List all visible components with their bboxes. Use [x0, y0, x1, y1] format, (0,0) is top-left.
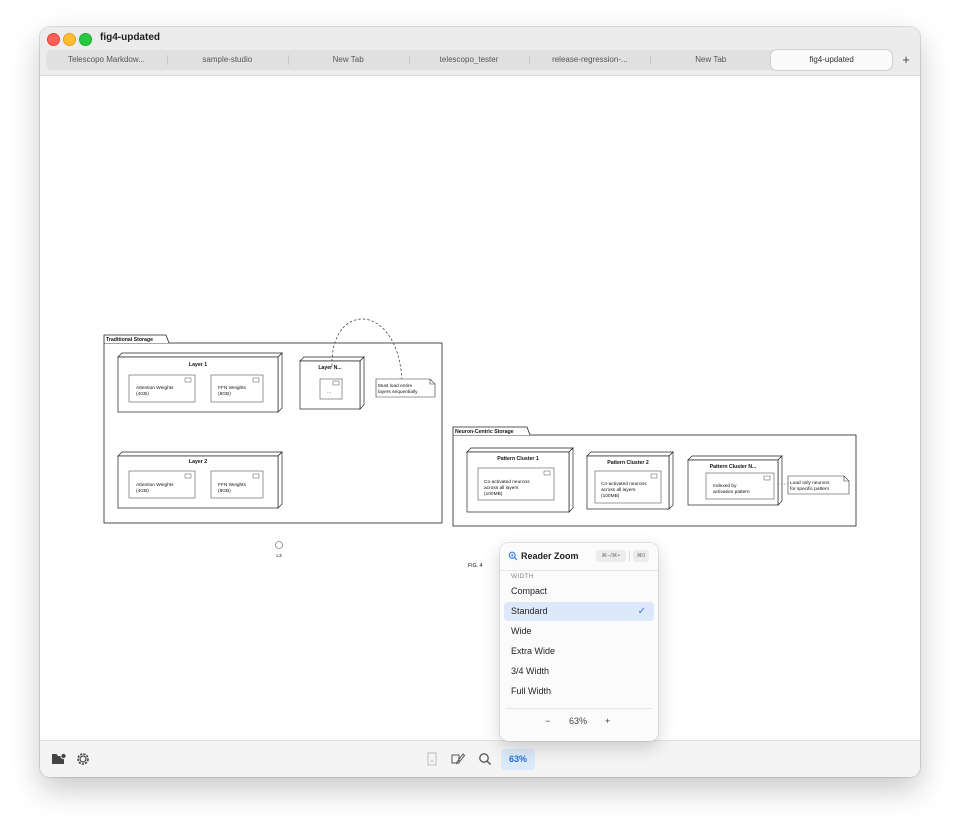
layer-2-attention-size: (4GB) [136, 488, 149, 494]
folder-icon[interactable] [51, 751, 67, 767]
note-must-load-line1: Must load entire [378, 383, 412, 389]
cluster-n-line2: activation pattern [713, 489, 750, 495]
search-icon[interactable] [477, 751, 493, 767]
tab-telescopo-tester[interactable]: telescopo_tester [408, 50, 530, 70]
reader-zoom-title: Reader Zoom [521, 551, 579, 561]
note-load-only-line2: for specific pattern [790, 486, 830, 492]
minimize-window-button[interactable] [63, 33, 76, 46]
note-must-load: Must load entire layers sequentially [375, 378, 436, 398]
component-icon [543, 470, 551, 476]
tab-release-regression[interactable]: release-regression-... [529, 50, 650, 70]
layer-1-attention-label: Attention Weights [136, 385, 174, 391]
width-option-full[interactable]: Full Width [504, 682, 654, 701]
pattern-cluster-1-title: Pattern Cluster 1 [497, 456, 539, 462]
width-option-standard-label: Standard [511, 606, 548, 616]
diagram-figure: Traditional Storage Layer 1 Attention We… [103, 318, 857, 569]
note-load-only-line1: Load only neurons [790, 480, 830, 486]
l3-marker-circle [275, 541, 283, 549]
tab-new-tab-1[interactable]: New Tab [287, 50, 409, 70]
width-option-compact[interactable]: Compact [504, 582, 654, 601]
bottom-toolbar: 63% [40, 740, 920, 777]
tab-sample-studio[interactable]: sample-studio [166, 50, 288, 70]
window-title: fig4-updated [100, 32, 160, 43]
cluster-2-line2: across all layers [601, 487, 636, 493]
traditional-storage-label: Traditional Storage [106, 337, 153, 343]
width-option-extra-wide[interactable]: Extra Wide [504, 642, 654, 661]
pattern-cluster-2-node: Pattern Cluster 2 Co-activated neurons a… [586, 451, 674, 510]
layer-2-node: Layer 2 Attention Weights (4GB) FFN Weig… [117, 451, 283, 509]
width-option-standard[interactable]: Standard ✓ [504, 602, 654, 621]
reset-shortcut-badge: ⌘0 [633, 550, 649, 562]
zoom-level-button[interactable]: 63% [501, 749, 535, 770]
zoom-window-button[interactable] [79, 33, 92, 46]
pattern-cluster-2-title: Pattern Cluster 2 [607, 460, 649, 466]
new-tab-button[interactable]: + [896, 50, 916, 70]
cluster-1-line1: Co-activated neurons [484, 479, 530, 485]
layer-1-ffn-size: (8GB) [218, 391, 231, 397]
component-icon [252, 377, 260, 383]
layer-1-ffn-label: FFN Weights [218, 385, 246, 391]
cluster-2-line3: (100MB) [601, 493, 620, 499]
layer-n-inner: ... [327, 390, 331, 395]
note-must-load-line2: layers sequentially [378, 389, 418, 395]
width-option-three-quarter[interactable]: 3/4 Width [504, 662, 654, 681]
layer-2-ffn-size: (8GB) [218, 488, 231, 494]
l3-marker-label: L3 [276, 553, 282, 559]
title-bar: fig4-updated Telescopo Markdow... sample… [40, 27, 920, 76]
zoom-magnifier-icon [508, 551, 518, 561]
layer-n-title: Layer N... [318, 365, 342, 371]
checkmark-icon: ✓ [637, 606, 646, 617]
component-icon [650, 473, 658, 479]
layer-2-title: Layer 2 [189, 459, 207, 465]
zoom-value: 63% [569, 716, 588, 726]
layer-1-title: Layer 1 [189, 362, 207, 368]
pattern-cluster-1-node: Pattern Cluster 1 Co-activated neurons a… [466, 447, 574, 513]
pattern-cluster-n-node: Pattern Cluster N... Indexed by activati… [687, 455, 783, 506]
annotate-icon[interactable] [450, 751, 466, 767]
app-window: fig4-updated Telescopo Markdow... sample… [40, 27, 920, 777]
component-icon [332, 380, 340, 386]
popover-divider [506, 708, 652, 709]
figure-caption: FIG. 4 [468, 563, 483, 569]
tab-new-tab-2[interactable]: New Tab [650, 50, 771, 70]
reader-zoom-popover: Reader Zoom ⌘−/⌘+ ⌘0 WIDTH Compact Stand… [500, 543, 658, 741]
settings-icon[interactable] [75, 751, 91, 767]
zoom-in-button[interactable]: + [605, 716, 610, 726]
note-load-only: Load only neurons for specific pattern [787, 475, 850, 495]
cluster-1-line2: across all layers [484, 485, 519, 491]
component-icon [184, 377, 192, 383]
tab-telescopo-markdown[interactable]: Telescopo Markdow... [46, 50, 167, 70]
component-icon [252, 473, 260, 479]
layer-1-attention-size: (4GB) [136, 391, 149, 397]
zoom-shortcut-badge: ⌘−/⌘+ [596, 550, 626, 562]
component-icon [184, 473, 192, 479]
tab-fig4-updated[interactable]: fig4-updated [771, 50, 893, 70]
shortcut-divider [629, 551, 630, 561]
close-window-button[interactable] [47, 33, 60, 46]
component-icon [763, 475, 771, 481]
neuron-centric-label: Neuron-Centric Storage [455, 429, 514, 435]
layer-2-attention-label: Attention Weights [136, 482, 174, 488]
reader-zoom-header: Reader Zoom ⌘−/⌘+ ⌘0 [500, 543, 658, 571]
page-icon[interactable] [424, 751, 440, 767]
width-option-wide[interactable]: Wide [504, 622, 654, 641]
zoom-out-button[interactable]: − [545, 716, 550, 726]
document-view[interactable]: Traditional Storage Layer 1 Attention We… [40, 76, 920, 740]
tab-bar: Telescopo Markdow... sample-studio New T… [46, 50, 893, 70]
layer-2-ffn-label: FFN Weights [218, 482, 246, 488]
pattern-cluster-n-title: Pattern Cluster N... [710, 464, 757, 470]
cluster-2-line1: Co-activated neurons [601, 481, 647, 487]
width-section-label: WIDTH [511, 573, 534, 580]
cluster-1-line3: (100MB) [484, 491, 503, 497]
cluster-n-line1: Indexed by [713, 483, 737, 489]
layer-1-node: Layer 1 Attention Weights (4GB) FFN Weig… [117, 352, 283, 413]
